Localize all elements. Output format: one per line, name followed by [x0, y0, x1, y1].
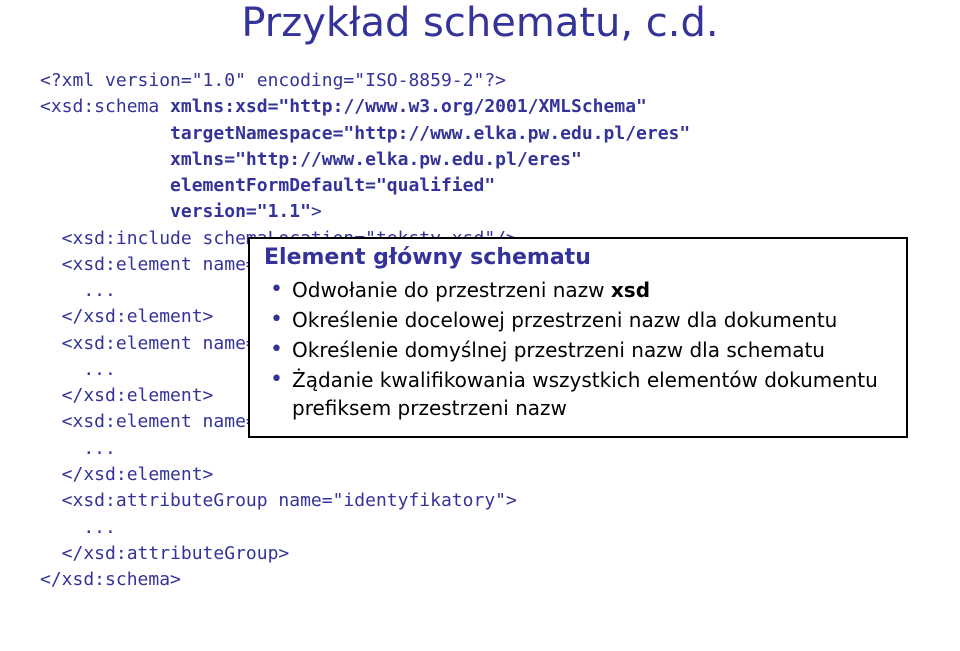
callout-text: Odwołanie do przestrzeni nazw — [292, 278, 611, 302]
code-line: elementFormDefault="qualified" — [40, 175, 495, 196]
callout-text: Określenie domyślnej przestrzeni nazw dl… — [292, 338, 825, 362]
code-line: ... — [40, 517, 116, 538]
code-line: <?xml version="1.0" encoding="ISO-8859-2… — [40, 70, 506, 91]
callout-text: Określenie docelowej przestrzeni nazw dl… — [292, 308, 837, 332]
code-line: <xsd:attributeGroup name="identyfikatory… — [40, 490, 517, 511]
callout-keyword: xsd — [611, 278, 650, 302]
code-line: ... — [40, 438, 116, 459]
callout-item: Określenie docelowej przestrzeni nazw dl… — [292, 306, 894, 334]
callout-list: Odwołanie do przestrzeni nazw xsd Określ… — [262, 276, 894, 422]
callout-box: Element główny schematu Odwołanie do prz… — [248, 237, 908, 438]
callout-text: Żądanie kwalifikowania wszystkich elemen… — [292, 368, 878, 420]
code-line: </xsd:element> — [40, 464, 213, 485]
code-line: </xsd:element> — [40, 385, 213, 406]
code-line: ... — [40, 359, 116, 380]
code-line: </xsd:schema> — [40, 569, 181, 590]
callout-item: Odwołanie do przestrzeni nazw xsd — [292, 276, 894, 304]
callout-title: Element główny schematu — [264, 245, 894, 270]
callout-item: Określenie domyślnej przestrzeni nazw dl… — [292, 336, 894, 364]
code-line: targetNamespace="http://www.elka.pw.edu.… — [40, 123, 690, 144]
code-line: xmlns="http://www.elka.pw.edu.pl/eres" — [40, 149, 582, 170]
code-line: </xsd:element> — [40, 306, 213, 327]
code-line: version="1.1" — [40, 201, 311, 222]
slide-title: Przykład schematu, c.d. — [0, 0, 960, 46]
code-line: </xsd:attributeGroup> — [40, 543, 289, 564]
code-line: <xsd:schema — [40, 96, 170, 117]
callout-item: Żądanie kwalifikowania wszystkich elemen… — [292, 366, 894, 422]
page: Przykład schematu, c.d. <?xml version="1… — [0, 0, 960, 651]
code-line: ... — [40, 280, 116, 301]
code-line: xmlns:xsd="http://www.w3.org/2001/XMLSch… — [170, 96, 647, 117]
code-line: > — [311, 201, 322, 222]
